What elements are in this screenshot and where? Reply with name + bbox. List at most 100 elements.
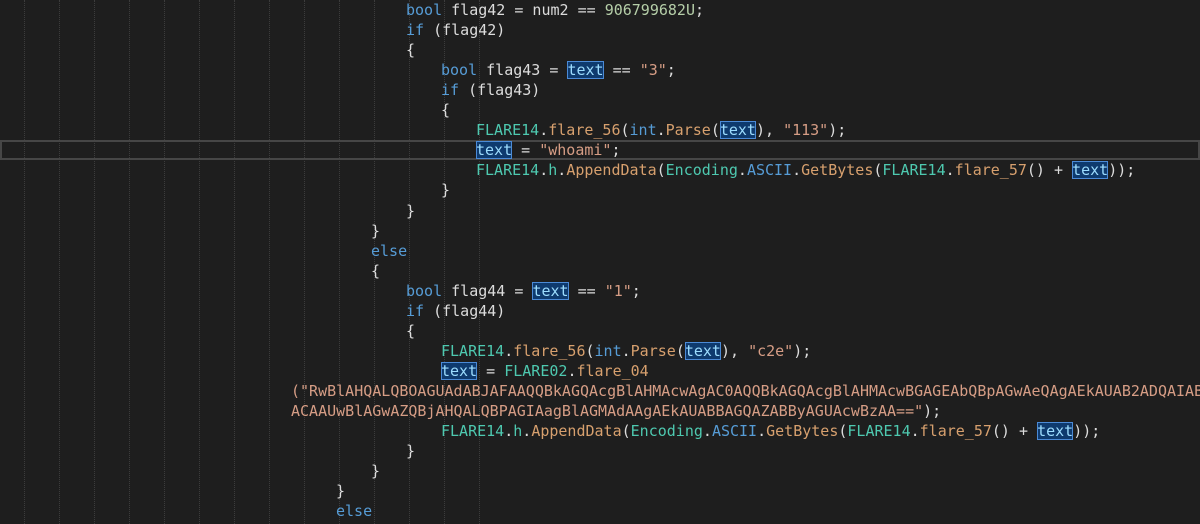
code-token: . [737,161,747,180]
code-text: { [441,100,450,120]
code-token: == [603,61,640,80]
code-line[interactable]: } [0,180,1200,200]
highlighted-reference[interactable]: text [476,141,513,160]
code-token: flare_57 [919,422,992,441]
code-token: } [406,201,416,220]
code-line[interactable]: FLARE14.h.AppendData(Encoding.ASCII.GetB… [0,421,1200,441]
code-line[interactable]: { [0,261,1200,281]
highlighted-reference[interactable]: text [719,121,756,140]
highlighted-reference[interactable]: text [1037,422,1074,441]
highlighted-reference[interactable]: text [441,361,478,380]
code-token: . [522,422,532,441]
code-token: ASCII [746,161,793,180]
code-text: ACAAUwBlAGwAZQBjAHQALQBPAGIAagBlAGMAdAAg… [291,401,941,421]
code-token: (flag44) [424,301,506,320]
code-token: AppendData [531,422,622,441]
code-token: ); [923,402,942,420]
code-line[interactable]: FLARE14.flare_56(int.Parse(text), "113")… [0,120,1200,140]
code-line[interactable]: } [0,461,1200,481]
code-line[interactable]: FLARE14.h.AppendData(Encoding.ASCII.GetB… [0,160,1200,180]
code-line[interactable]: bool flag43 = text == "3"; [0,60,1200,80]
code-token: . [945,161,955,180]
code-line[interactable]: if (flag43) [0,80,1200,100]
code-token: (flag43) [459,81,541,100]
code-line[interactable]: ACAAUwBlAGwAZQBjAHQALQBPAGIAagBlAGMAdAAg… [0,401,1200,421]
code-token: flag43 = [477,61,568,80]
code-text: } [406,441,415,461]
code-text: bool flag42 = num2 == 906799682U; [406,0,704,20]
code-token: "whoami" [539,141,612,160]
code-token: . [504,341,514,360]
code-line[interactable]: else [0,501,1200,521]
code-token: { [406,321,416,340]
code-text: FLARE14.flare_56(int.Parse(text), "113")… [476,120,846,140]
code-editor[interactable]: bool flag42 = num2 == 906799682U; if (fla… [0,0,1200,524]
code-token: Encoding [665,161,738,180]
code-line[interactable]: else [0,241,1200,261]
code-token: if [441,81,460,100]
code-line[interactable]: { [0,100,1200,120]
code-line[interactable]: { [0,321,1200,341]
code-token: else [336,502,373,521]
code-text: { [406,40,415,60]
code-line[interactable]: if (flag42) [0,20,1200,40]
code-token: ("RwBlAHQALQBOAGUAdABJAFAAQQBkAGQAcgBlAH… [291,381,1200,400]
code-token: FLARE14 [441,341,505,360]
code-line[interactable]: } [0,481,1200,501]
code-text: FLARE14.h.AppendData(Encoding.ASCII.GetB… [441,421,1100,441]
highlighted-reference[interactable]: text [567,61,604,80]
code-token: . [539,121,549,140]
code-token: FLARE14 [476,161,540,180]
code-line[interactable]: } [0,441,1200,461]
code-line[interactable]: bool flag42 = num2 == 906799682U; [0,0,1200,20]
code-token: = [477,361,505,380]
code-token: if [406,21,425,40]
code-token: flare_57 [954,161,1027,180]
code-token: FLARE14 [882,161,946,180]
code-token: . [557,161,567,180]
code-line[interactable]: text = FLARE02.flare_04 [0,361,1200,381]
code-text: else [371,241,407,261]
code-token: } [371,221,381,240]
code-token: ; [695,1,705,19]
code-token: () + [1026,161,1073,180]
code-text: ("RwBlAHQALQBOAGUAdABJAFAAQQBkAGQAcgBlAH… [291,381,1200,401]
code-token: )); [1108,161,1136,180]
code-token: Encoding [630,422,703,441]
code-token: AppendData [566,161,657,180]
highlighted-reference[interactable]: text [684,341,721,360]
code-token: ); [828,121,847,140]
code-token: else [371,241,408,260]
code-token: { [441,101,451,120]
code-text: } [371,461,380,481]
highlighted-reference[interactable]: text [1072,161,1109,180]
code-token: ; [611,141,621,160]
code-line[interactable]: FLARE14.flare_56(int.Parse(text), "c2e")… [0,341,1200,361]
code-text: bool flag43 = text == "3"; [441,60,676,80]
code-token: . [702,422,712,441]
code-token: ( [621,422,631,441]
code-line[interactable]: ("RwBlAHQALQBOAGUAdABJAFAAQQBkAGQAcgBlAH… [0,381,1200,401]
code-text: if (flag42) [406,20,505,40]
highlighted-reference[interactable]: text [532,281,569,300]
code-token: bool [406,281,443,300]
code-line[interactable]: } [0,201,1200,221]
code-line[interactable]: } [0,221,1200,241]
code-text: FLARE14.h.AppendData(Encoding.ASCII.GetB… [476,160,1135,180]
code-token: ; [666,61,676,80]
code-token: if [406,301,425,320]
code-token: FLARE14 [441,422,505,441]
code-token: (flag42) [424,21,506,40]
code-token: ( [656,161,666,180]
code-token: ( [675,341,685,360]
code-line[interactable]: bool flag44 = text == "1"; [0,281,1200,301]
code-token: GetBytes [766,422,839,441]
code-text: } [441,180,450,200]
code-token: } [336,482,346,501]
code-line[interactable]: if (flag44) [0,301,1200,321]
code-token: . [656,121,666,140]
code-line[interactable]: { [0,40,1200,60]
current-line[interactable]: text = "whoami"; [0,140,1200,161]
code-token: "1" [604,281,632,300]
code-token: GetBytes [801,161,874,180]
